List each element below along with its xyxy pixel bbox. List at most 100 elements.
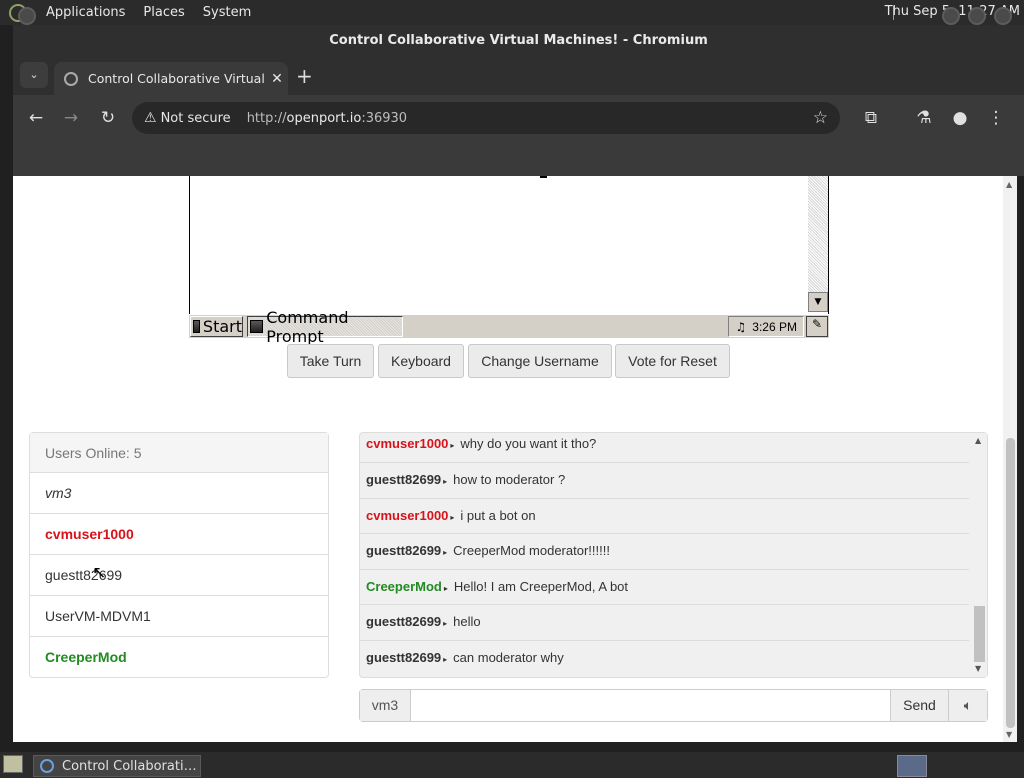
- chat-text: why do you want it tho?: [460, 436, 597, 451]
- vm-start-label: Start: [202, 317, 242, 336]
- chromium-icon: [40, 759, 54, 773]
- chat-text: hello: [453, 614, 481, 629]
- chat-arrow-icon: ▸: [443, 654, 448, 664]
- chat-text: can moderator why: [453, 649, 564, 665]
- vm-scroll-down-icon[interactable]: ▼: [808, 292, 828, 312]
- vm-notepad-icon[interactable]: ✎: [806, 316, 828, 337]
- user-row[interactable]: cvmuser1000: [30, 514, 328, 555]
- vm-tray-clock[interactable]: 3:26 PM: [752, 320, 797, 334]
- chat-scroll-up-icon[interactable]: ▲: [975, 436, 981, 445]
- tab-favicon-icon: [64, 71, 78, 86]
- chat-message: guestt82699 ▸ CreeperMod moderator!!!!!!: [360, 534, 969, 570]
- chat-arrow-icon: ▸: [443, 548, 448, 557]
- chat-arrow-icon: ▸: [450, 512, 455, 522]
- bookmarks-bar: [13, 141, 1024, 176]
- vm-tray-icon[interactable]: ♫: [736, 320, 747, 334]
- chat-text: how to moderator ?: [453, 472, 566, 487]
- send-button[interactable]: Send: [890, 690, 948, 721]
- cmd-icon: [250, 320, 264, 333]
- chat-message: CreeperMod ▸ Hello! I am CreeperMod, A bot: [360, 570, 969, 605]
- window-title: Control Collaborative Virtual Machines! …: [329, 33, 708, 48]
- show-desktop-icon[interactable]: [3, 755, 23, 773]
- user-row[interactable]: CreeperMod: [30, 637, 328, 678]
- extensions-icon[interactable]: ⧉: [858, 105, 884, 131]
- chat-message: cvmuser1000 ▸ why do you want it tho?: [360, 433, 969, 463]
- bookmark-star-icon[interactable]: ☆: [813, 108, 828, 128]
- warning-icon[interactable]: ⚠: [144, 110, 157, 126]
- security-label[interactable]: Not secure: [161, 111, 231, 126]
- chat-input-group: vm3 Send 🔈︎: [359, 689, 988, 722]
- chat-username-addon: vm3: [360, 690, 411, 721]
- chat-log[interactable]: cvmuser1000 ▸ why do you want it tho? gues…: [359, 432, 988, 678]
- scroll-down-icon[interactable]: ▼: [1006, 730, 1012, 739]
- chat-arrow-icon: ▸: [450, 441, 455, 450]
- vm-task-command-prompt[interactable]: Command Prompt: [247, 308, 403, 346]
- chat-message: guestt82699 ▸ hello: [360, 605, 969, 641]
- vote-reset-button[interactable]: Vote for Reset: [615, 344, 730, 378]
- places-menu[interactable]: Places: [134, 5, 193, 20]
- chat-message: guestt82699 ▸ how to moderator ?: [360, 463, 969, 499]
- scroll-up-icon[interactable]: ▲: [1006, 180, 1012, 189]
- chat-username[interactable]: cvmuser1000: [366, 508, 448, 523]
- applications-menu[interactable]: Applications: [37, 5, 134, 20]
- chat-username[interactable]: CreeperMod: [366, 579, 442, 594]
- vm-text-cursor: [540, 176, 547, 178]
- chat-scrollbar-thumb[interactable]: [974, 606, 985, 662]
- volume-icon[interactable]: 🔈︎: [948, 690, 987, 721]
- top-panel: Applications Places System Thu Sep 5, 11…: [0, 0, 1024, 25]
- chat-arrow-icon: ▸: [443, 583, 448, 593]
- chat-text: i put a bot on: [460, 507, 536, 523]
- workspace-switcher[interactable]: [897, 755, 927, 777]
- address-bar[interactable]: ⚠ Not secure http://openport.io:36930 ☆: [132, 102, 840, 134]
- chat-username[interactable]: guestt82699: [366, 472, 441, 487]
- chat-message: guestt82699 ▸ can moderator why: [360, 641, 969, 677]
- chat-message: cvmuser1000 ▸ i put a bot on: [360, 499, 969, 534]
- vm-system-tray: ♫ 3:26 PM: [728, 316, 804, 337]
- chat-text: CreeperMod moderator!!!!!!: [453, 543, 610, 558]
- user-row[interactable]: UserVM-MDVM1: [30, 596, 328, 637]
- chat-arrow-icon: ▸: [443, 477, 448, 486]
- chat-username[interactable]: guestt82699: [366, 650, 441, 665]
- window-titlebar[interactable]: Control Collaborative Virtual Machines! …: [13, 25, 1024, 57]
- url-port: :36930: [361, 110, 408, 126]
- taskbar-item-label: Control Collaborati…: [62, 758, 197, 774]
- new-tab-icon[interactable]: +: [296, 64, 313, 88]
- page-scrollbar-thumb[interactable]: [1006, 438, 1015, 728]
- back-icon[interactable]: ←: [23, 105, 49, 131]
- tab-active[interactable]: Control Collaborative Virtual Machines! …: [54, 62, 288, 95]
- vm-start-button[interactable]: Start: [190, 316, 243, 337]
- window-menu-icon[interactable]: [18, 7, 36, 25]
- chat-username[interactable]: cvmuser1000: [366, 436, 448, 451]
- minimize-icon[interactable]: [942, 7, 960, 25]
- profile-icon[interactable]: ●: [947, 105, 973, 131]
- taskbar-item-chromium[interactable]: Control Collaborati…: [33, 755, 201, 777]
- system-menu[interactable]: System: [194, 5, 260, 20]
- change-username-button[interactable]: Change Username: [468, 344, 612, 378]
- chat-text: Hello! I am CreeperMod, A bot: [453, 578, 629, 594]
- tab-close-icon[interactable]: ✕: [266, 71, 288, 87]
- url-text[interactable]: http://openport.io:36930: [247, 111, 407, 126]
- tab-search-icon[interactable]: ⌄: [20, 62, 48, 88]
- chat-message-input[interactable]: [411, 690, 890, 721]
- users-online-panel: Users Online: 5 vm3 cvmuser1000 guestt82…: [29, 432, 329, 678]
- tab-title: Control Collaborative Virtual Machines!: [88, 71, 266, 86]
- reload-icon[interactable]: ↻: [95, 105, 121, 131]
- forward-icon[interactable]: →: [58, 105, 84, 131]
- menu-kebab-icon[interactable]: ⋮: [983, 105, 1009, 131]
- url-prefix: http://: [246, 110, 287, 126]
- chat-arrow-icon: ▸: [443, 619, 448, 628]
- maximize-icon[interactable]: [968, 7, 986, 25]
- user-row[interactable]: guestt82699: [30, 555, 328, 596]
- user-row[interactable]: vm3: [30, 473, 328, 514]
- keyboard-button[interactable]: Keyboard: [378, 344, 464, 378]
- url-host: openport.io: [286, 110, 362, 126]
- chat-username[interactable]: guestt82699: [366, 614, 441, 629]
- chat-scroll-down-icon[interactable]: ▼: [975, 664, 981, 673]
- labs-icon[interactable]: ⚗: [911, 105, 937, 131]
- users-online-header: Users Online: 5: [30, 433, 328, 473]
- mouse-cursor-icon: ↖: [92, 563, 107, 583]
- take-turn-button[interactable]: Take Turn: [287, 344, 374, 378]
- windows-logo-icon: [193, 320, 200, 333]
- close-window-icon[interactable]: [994, 7, 1012, 25]
- chat-username[interactable]: guestt82699: [366, 543, 441, 558]
